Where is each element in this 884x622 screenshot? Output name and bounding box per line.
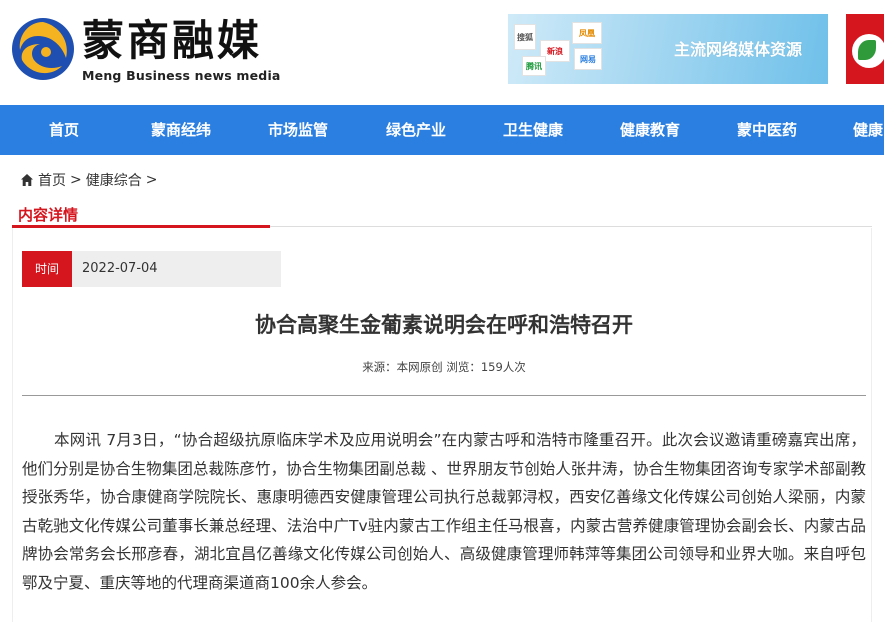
banner-tile: 腾讯 bbox=[522, 56, 546, 76]
logo-english-text: Meng Business news media bbox=[82, 68, 281, 83]
breadcrumb-separator: > bbox=[145, 172, 158, 188]
partner-banner[interactable] bbox=[846, 14, 884, 84]
banner-tile: 搜狐 bbox=[514, 24, 536, 50]
site-logo[interactable]: 蒙商融媒 Meng Business news media bbox=[10, 14, 290, 86]
article-divider bbox=[22, 395, 866, 396]
nav-item-health-more[interactable]: 健康 bbox=[834, 105, 884, 155]
home-icon bbox=[21, 174, 33, 186]
publish-time-bar: 时间 2022-07-04 bbox=[22, 251, 281, 287]
banner-title: 主流网络媒体资源 bbox=[674, 40, 803, 59]
time-label: 时间 bbox=[22, 251, 72, 287]
logo-chinese-text: 蒙商融媒 bbox=[82, 16, 263, 65]
site-header: 蒙商融媒 Meng Business news media 搜狐 新浪 凤凰 网… bbox=[0, 0, 884, 105]
nav-item-market-supervision[interactable]: 市场监管 bbox=[248, 105, 348, 155]
breadcrumb-home-link[interactable]: 首页 bbox=[38, 170, 66, 190]
article-body: 本网讯 7月3日，“协合超级抗原临床学术及应用说明会”在内蒙古呼和浩特市隆重召开… bbox=[22, 431, 866, 592]
nav-item-mongolian-medicine[interactable]: 蒙中医药 bbox=[717, 105, 817, 155]
banner-tile: 凤凰 bbox=[572, 22, 602, 44]
breadcrumb-separator: > bbox=[70, 172, 82, 188]
media-resource-banner[interactable]: 搜狐 新浪 凤凰 网易 腾讯 主流网络媒体资源 bbox=[508, 14, 828, 84]
nav-item-green-industry[interactable]: 绿色产业 bbox=[366, 105, 466, 155]
main-nav: 首页 蒙商经纬 市场监管 绿色产业 卫生健康 健康教育 蒙中医药 健康 bbox=[0, 105, 884, 155]
publish-date: 2022-07-04 bbox=[82, 261, 158, 276]
breadcrumb-category-link[interactable]: 健康综合 bbox=[86, 170, 142, 190]
banner-tile: 网易 bbox=[574, 48, 602, 70]
nav-item-business[interactable]: 蒙商经纬 bbox=[131, 105, 231, 155]
nav-item-health[interactable]: 卫生健康 bbox=[483, 105, 583, 155]
breadcrumb: 首页 > 健康综合 > bbox=[20, 170, 161, 190]
nav-item-home[interactable]: 首页 bbox=[14, 105, 114, 155]
section-title: 内容详情 bbox=[18, 206, 79, 224]
logo-emblem-icon bbox=[12, 18, 74, 80]
banner-tiles: 搜狐 新浪 凤凰 网易 腾讯 bbox=[514, 18, 614, 80]
article-title: 协合高聚生金葡素说明会在呼和浩特召开 bbox=[255, 313, 633, 337]
nav-item-health-education[interactable]: 健康教育 bbox=[600, 105, 700, 155]
article-meta: 来源：本网原创 浏览：159人次 bbox=[362, 360, 526, 374]
